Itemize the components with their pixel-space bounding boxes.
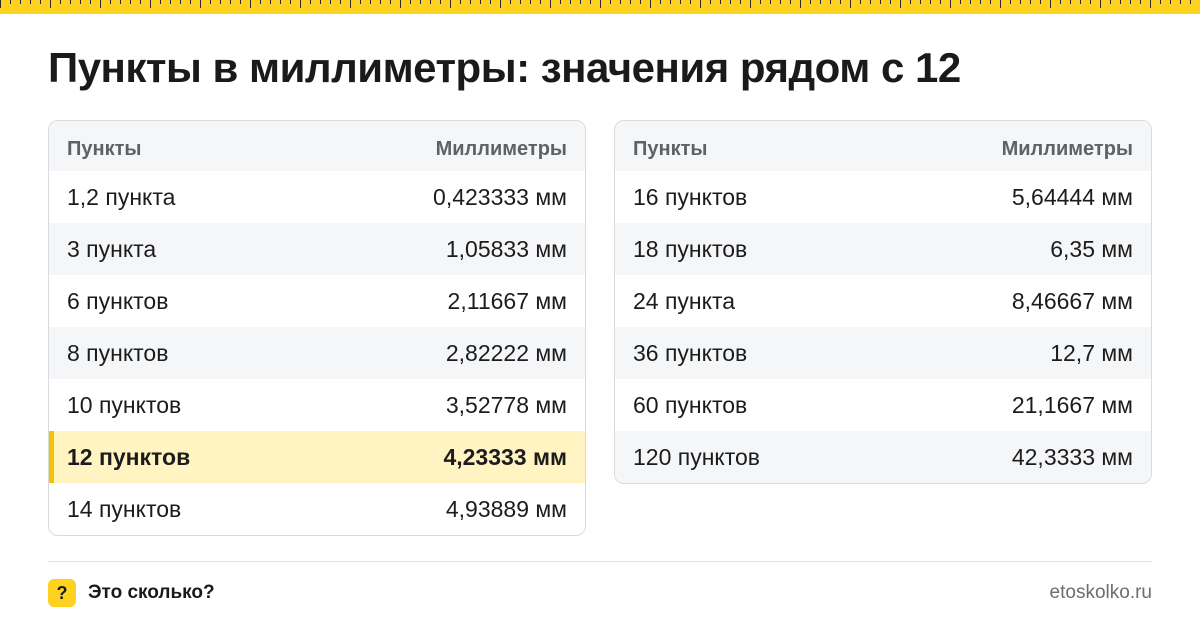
millimeters-cell: 21,1667 мм xyxy=(1011,391,1133,418)
millimeters-cell: 3,52778 мм xyxy=(445,391,567,418)
table-row: 18 пунктов 6,35 мм xyxy=(615,223,1151,275)
column-header-points: Пункты xyxy=(633,138,708,160)
millimeters-cell: 6,35 мм xyxy=(1050,235,1133,262)
millimeters-cell: 2,11667 мм xyxy=(447,287,567,314)
points-cell: 12 пунктов xyxy=(67,443,191,470)
points-cell: 1,2 пункта xyxy=(67,183,176,210)
table-row: 36 пунктов 12,7 мм xyxy=(615,327,1151,379)
table-row-highlighted: 12 пунктов 4,23333 мм xyxy=(49,431,585,483)
table-header: Пункты Миллиметры xyxy=(615,121,1151,171)
table-row: 24 пункта 8,46667 мм xyxy=(615,275,1151,327)
conversion-table-left: Пункты Миллиметры 1,2 пункта 0,423333 мм 3… xyxy=(48,120,586,536)
points-cell: 8 пунктов xyxy=(67,339,169,366)
brand-name: Это сколько? xyxy=(88,582,215,603)
points-cell: 18 пунктов xyxy=(633,235,748,262)
table-row: 10 пунктов 3,52778 мм xyxy=(49,379,585,431)
table-row: 16 пунктов 5,64444 мм xyxy=(615,171,1151,223)
table-row: 1,2 пункта 0,423333 мм xyxy=(49,171,585,223)
points-cell: 36 пунктов xyxy=(633,339,748,366)
table-row: 14 пунктов 4,93889 мм xyxy=(49,483,585,535)
millimeters-cell: 1,05833 мм xyxy=(445,235,567,262)
points-cell: 6 пунктов xyxy=(67,287,169,314)
table-row: 6 пунктов 2,11667 мм xyxy=(49,275,585,327)
column-header-points: Пункты xyxy=(67,138,142,160)
millimeters-cell: 8,46667 мм xyxy=(1011,287,1133,314)
ruler-decoration xyxy=(0,0,1200,14)
millimeters-cell: 5,64444 мм xyxy=(1011,183,1133,210)
table-header: Пункты Миллиметры xyxy=(49,121,585,171)
page-title: Пункты в миллиметры: значения рядом с 12 xyxy=(48,44,961,91)
points-cell: 14 пунктов xyxy=(67,495,182,522)
table-body: 1,2 пункта 0,423333 мм 3 пункта 1,05833 мм 6… xyxy=(49,171,585,535)
table-row: 3 пункта 1,05833 мм xyxy=(49,223,585,275)
points-cell: 16 пунктов xyxy=(633,183,748,210)
millimeters-cell: 4,93889 мм xyxy=(445,495,567,522)
millimeters-cell: 42,3333 мм xyxy=(1011,443,1133,470)
points-cell: 24 пункта xyxy=(633,287,736,314)
millimeters-cell: 0,423333 мм xyxy=(433,183,567,210)
points-cell: 60 пунктов xyxy=(633,391,748,418)
question-icon: ? xyxy=(48,579,76,607)
millimeters-cell: 4,23333 мм xyxy=(443,443,567,470)
column-header-millimeters: Миллиметры xyxy=(1001,138,1133,160)
table-row: 60 пунктов 21,1667 мм xyxy=(615,379,1151,431)
table-row: 8 пунктов 2,82222 мм xyxy=(49,327,585,379)
points-cell: 3 пункта xyxy=(67,235,157,262)
millimeters-cell: 12,7 мм xyxy=(1050,339,1133,366)
conversion-table-right: Пункты Миллиметры 16 пунктов 5,64444 мм 18… xyxy=(614,120,1152,484)
millimeters-cell: 2,82222 мм xyxy=(445,339,567,366)
points-cell: 120 пунктов xyxy=(633,443,761,470)
points-cell: 10 пунктов xyxy=(67,391,182,418)
footer-divider xyxy=(48,561,1152,562)
column-header-millimeters: Миллиметры xyxy=(435,138,567,160)
table-row: 120 пунктов 42,3333 мм xyxy=(615,431,1151,483)
table-body: 16 пунктов 5,64444 мм 18 пунктов 6,35 мм 24 … xyxy=(615,171,1151,483)
site-link[interactable]: etoskolko.ru xyxy=(1050,582,1152,604)
